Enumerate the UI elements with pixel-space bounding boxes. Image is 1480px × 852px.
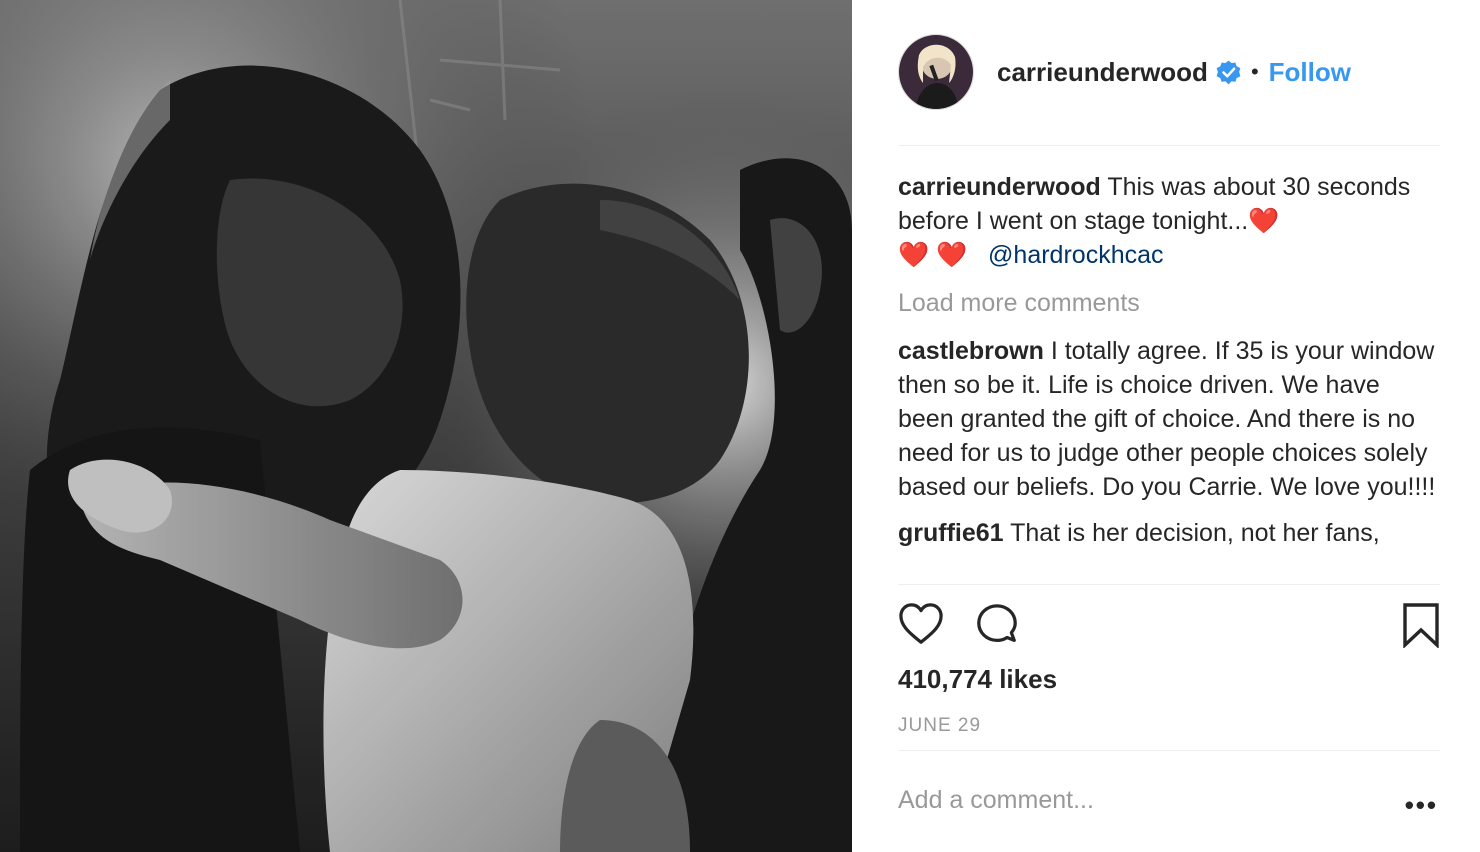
caption: carrieunderwood This was about 30 second… — [898, 170, 1440, 272]
caption-emoji-line2: ❤️ ❤️ — [898, 241, 968, 269]
comment-text: That is her decision, not her fans, — [1010, 519, 1380, 547]
footer-divider — [898, 750, 1440, 751]
avatar-image — [899, 35, 973, 109]
comment-username[interactable]: gruffie61 — [898, 519, 1004, 547]
action-bar — [898, 602, 1440, 652]
separator-dot: • — [1250, 59, 1259, 84]
post-date[interactable]: JUNE 29 — [898, 715, 981, 737]
comment-username[interactable]: castlebrown — [898, 337, 1044, 365]
comments-section[interactable]: carrieunderwood This was about 30 second… — [898, 170, 1440, 584]
instagram-post: carrieunderwood • Follow carrieunderwood… — [0, 0, 1480, 852]
header-divider — [898, 145, 1440, 146]
comments-divider — [898, 584, 1440, 585]
comment-icon[interactable] — [974, 602, 1020, 653]
heart-icon[interactable] — [898, 602, 944, 651]
likes-count[interactable]: 410,774 likes — [898, 664, 1057, 695]
post-photo[interactable] — [0, 0, 852, 852]
header-username[interactable]: carrieunderwood — [997, 57, 1208, 88]
post-panel: carrieunderwood • Follow carrieunderwood… — [852, 0, 1480, 852]
bookmark-icon[interactable] — [1402, 602, 1440, 653]
post-header: carrieunderwood • Follow — [898, 34, 1440, 110]
caption-emoji: ❤️ — [1248, 207, 1280, 235]
avatar[interactable] — [898, 34, 974, 110]
load-more-comments-button[interactable]: Load more comments — [898, 286, 1440, 320]
add-comment-input[interactable]: Add a comment... — [898, 786, 1094, 815]
more-icon[interactable]: ••• — [1405, 790, 1438, 821]
verified-icon — [1216, 60, 1241, 85]
photo-image — [0, 0, 852, 852]
caption-mention[interactable]: @hardrockhcac — [988, 241, 1163, 269]
caption-username[interactable]: carrieunderwood — [898, 173, 1101, 201]
comment-item: gruffie61 That is her decision, not her … — [898, 516, 1440, 550]
comment-item: castlebrown I totally agree. If 35 is yo… — [898, 334, 1440, 504]
follow-button[interactable]: Follow — [1269, 57, 1351, 88]
